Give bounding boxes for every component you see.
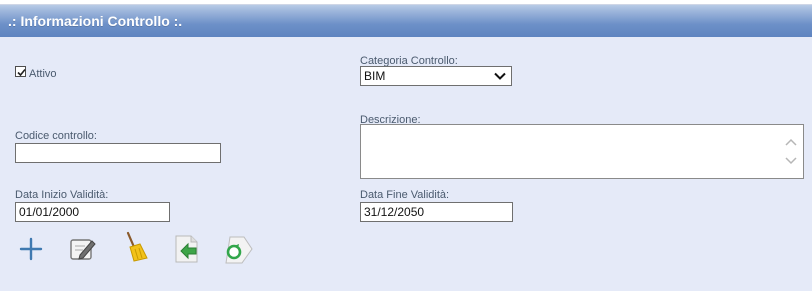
chevron-down-icon [494,72,506,80]
checkmark-icon [17,68,26,77]
edit-button[interactable] [68,235,98,263]
attivo-label: Attivo [29,68,57,80]
form-panel: Attivo Categoria Controllo: BIM Codice c… [0,37,812,291]
scroll-up-icon[interactable] [784,137,798,147]
section-header: .: Informazioni Controllo :. [0,5,812,37]
clear-broom-icon [126,231,148,262]
codice-input[interactable] [15,143,221,163]
codice-label: Codice controllo: [15,130,97,142]
add-icon [19,237,43,261]
refresh-icon [225,236,253,264]
categoria-selected-value: BIM [364,69,386,83]
data-inizio-input[interactable] [15,202,170,222]
refresh-button[interactable] [222,235,254,265]
clear-button[interactable] [120,231,150,263]
add-button[interactable] [18,236,44,262]
categoria-select[interactable]: BIM [360,66,512,86]
descrizione-textarea[interactable] [360,124,804,179]
back-arrow-icon [175,235,198,263]
data-fine-label: Data Fine Validità: [360,189,450,201]
edit-icon [70,239,96,260]
back-button[interactable] [172,234,202,264]
scroll-down-icon[interactable] [784,156,798,166]
section-title: .: Informazioni Controllo :. [8,13,183,29]
data-fine-input[interactable] [360,202,513,222]
data-inizio-label: Data Inizio Validità: [15,189,109,201]
attivo-checkbox[interactable] [15,66,26,77]
